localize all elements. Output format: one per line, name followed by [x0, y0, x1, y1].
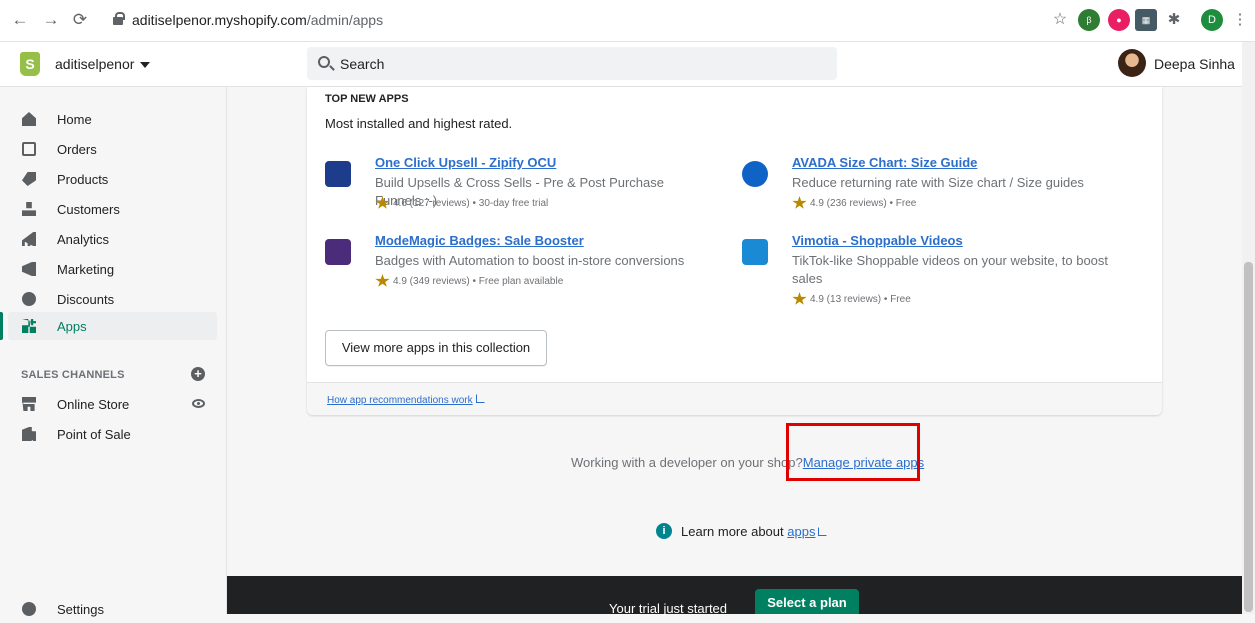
- sidebar-item-label: Apps: [57, 319, 87, 334]
- shopify-logo-icon: S: [20, 52, 40, 76]
- pos-icon: [22, 427, 36, 441]
- external-link-icon: [475, 394, 485, 403]
- app-rating: 4.6 (127 reviews) • 30-day free trial: [393, 198, 549, 209]
- zipify-logo-icon: [325, 161, 351, 187]
- star-icon: [792, 292, 807, 305]
- puzzle-icon[interactable]: ✱: [1163, 9, 1185, 31]
- sidebar-item-orders[interactable]: Orders: [8, 135, 217, 163]
- url-text[interactable]: aditiselpenor.myshopify.com/admin/apps: [132, 12, 383, 28]
- person-icon: [22, 202, 36, 216]
- app-rating: 4.9 (13 reviews) • Free: [810, 294, 911, 305]
- search-placeholder[interactable]: Search: [340, 56, 384, 72]
- sidebar-item-point-of-sale[interactable]: Point of Sale: [8, 420, 217, 448]
- store-icon: [22, 397, 36, 411]
- sidebar-item-discounts[interactable]: Discounts: [8, 285, 217, 313]
- home-icon: [22, 112, 36, 126]
- user-name[interactable]: Deepa Sinha: [1154, 56, 1235, 72]
- app-description: TikTok-like Shoppable videos on your web…: [792, 253, 1109, 286]
- view-more-apps-button[interactable]: View more apps in this collection: [325, 330, 547, 366]
- sidebar-item-label: Home: [57, 112, 92, 127]
- top-new-apps-card: TOP NEW APPS Most installed and highest …: [307, 87, 1162, 415]
- new-extension-icon[interactable]: ▦: [1135, 9, 1157, 31]
- star-icon: [792, 196, 807, 209]
- sidebar-item-label: Products: [57, 172, 109, 187]
- sidebar-item-settings[interactable]: Settings: [8, 595, 217, 623]
- apps-link[interactable]: apps: [787, 524, 815, 539]
- store-switcher[interactable]: aditiselpenor: [55, 56, 134, 72]
- kebab-menu-icon[interactable]: ⋮: [1230, 10, 1250, 30]
- bookmark-star-icon[interactable]: ☆: [1050, 10, 1070, 30]
- external-link-icon: [818, 527, 828, 536]
- browser-toolbar: ← → ⟳ aditiselpenor.myshopify.com/admin/…: [0, 0, 1255, 42]
- vimotia-logo-icon: [742, 239, 768, 265]
- sidebar-item-products[interactable]: Products: [8, 165, 217, 193]
- sidebar-item-online-store[interactable]: Online Store: [8, 390, 217, 418]
- bar-chart-icon: [22, 232, 36, 246]
- add-channel-icon[interactable]: +: [191, 367, 205, 381]
- sidebar-item-analytics[interactable]: Analytics: [8, 225, 217, 253]
- sidebar-item-customers[interactable]: Customers: [8, 195, 217, 223]
- card-footer: How app recommendations work: [307, 382, 1162, 415]
- select-plan-button[interactable]: Select a plan: [755, 589, 859, 614]
- sales-channels-title: SALES CHANNELS: [21, 369, 125, 381]
- orders-icon: [22, 142, 36, 156]
- color-extension-icon[interactable]: ●: [1108, 9, 1130, 31]
- discount-icon: [22, 292, 36, 306]
- app-title-link[interactable]: ModeMagic Badges: Sale Booster: [375, 233, 584, 248]
- caret-down-icon[interactable]: [140, 62, 150, 68]
- app-rating: 4.9 (236 reviews) • Free: [810, 198, 917, 209]
- app-title-link[interactable]: One Click Upsell - Zipify OCU: [375, 155, 556, 170]
- app-description: Reduce returning rate with Size chart / …: [792, 175, 1084, 190]
- sidebar-item-label: Marketing: [57, 262, 115, 277]
- sidebar-item-label: Point of Sale: [57, 427, 131, 442]
- sidebar-item-home[interactable]: Home: [8, 105, 217, 133]
- sidebar-item-marketing[interactable]: Marketing: [8, 255, 217, 283]
- sidebar-item-apps[interactable]: Apps: [0, 312, 217, 340]
- search-icon: [318, 56, 330, 68]
- info-icon: i: [656, 523, 672, 539]
- active-indicator: [0, 312, 3, 340]
- sidebar-item-label: Analytics: [57, 232, 110, 247]
- eye-icon[interactable]: [192, 399, 205, 408]
- lock-icon: [113, 12, 125, 25]
- app-title-link[interactable]: Vimotia - Shoppable Videos: [792, 233, 963, 248]
- megaphone-icon: [22, 262, 36, 276]
- modemagic-logo-icon: [325, 239, 351, 265]
- apps-icon: [22, 319, 36, 333]
- tag-icon: [22, 172, 36, 186]
- app-recommendations-link[interactable]: How app recommendations work: [327, 394, 485, 406]
- sidebar-item-label: Customers: [57, 202, 120, 217]
- forward-icon[interactable]: →: [41, 10, 61, 30]
- app-title-link[interactable]: AVADA Size Chart: Size Guide: [792, 155, 977, 170]
- card-heading: TOP NEW APPS: [325, 93, 409, 105]
- user-avatar[interactable]: [1118, 49, 1146, 77]
- trial-banner: Your trial just started Select a plan: [227, 576, 1242, 616]
- sidebar-item-label: Online Store: [57, 397, 130, 412]
- shopify-topbar: S aditiselpenor Search Deepa Sinha: [0, 42, 1255, 87]
- sidebar-item-label: Settings: [57, 602, 104, 617]
- sidebar-item-label: Orders: [57, 142, 97, 157]
- sidebar: Home Orders Products Customers Analytics…: [0, 87, 227, 617]
- sidebar-item-label: Discounts: [57, 292, 115, 307]
- scrollbar-thumb[interactable]: [1244, 262, 1253, 612]
- highlight-box: [786, 423, 920, 481]
- search-input[interactable]: [307, 47, 837, 80]
- back-icon[interactable]: ←: [10, 10, 30, 30]
- profile-avatar[interactable]: D: [1201, 9, 1223, 31]
- avada-logo-icon: [742, 161, 768, 187]
- app-description: Badges with Automation to boost in-store…: [375, 253, 685, 268]
- scrollbar[interactable]: [1242, 42, 1255, 614]
- star-icon: [375, 274, 390, 287]
- reload-icon[interactable]: ⟳: [70, 10, 90, 30]
- learn-more-text: Learn more about apps: [681, 524, 828, 539]
- card-subheading: Most installed and highest rated.: [325, 116, 513, 131]
- app-rating: 4.9 (349 reviews) • Free plan available: [393, 276, 564, 287]
- beta-extension-icon[interactable]: β: [1078, 9, 1100, 31]
